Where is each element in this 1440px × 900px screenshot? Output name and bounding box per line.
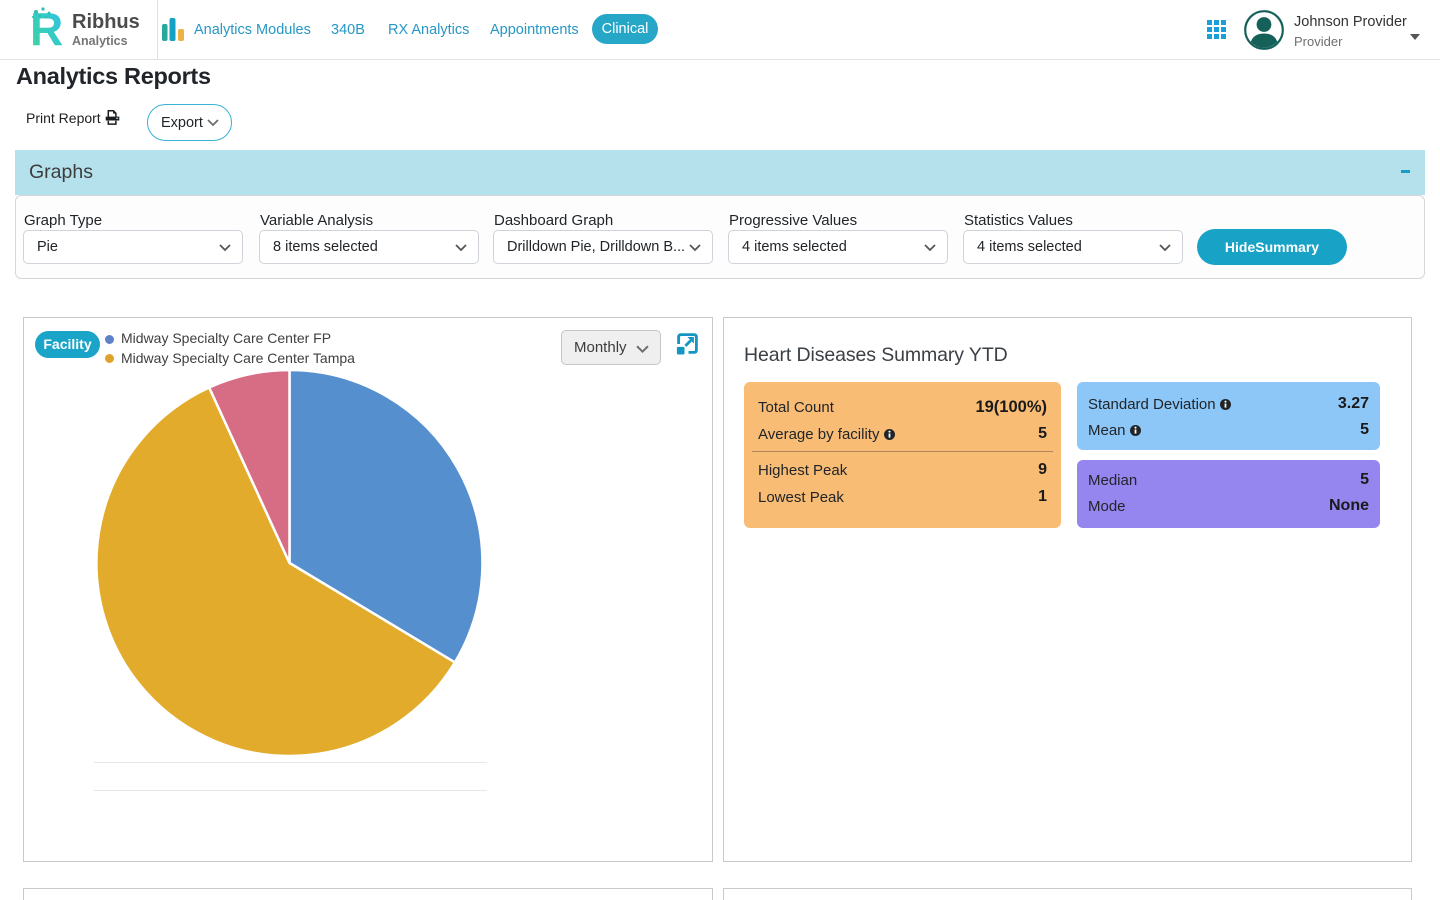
svg-text:Ribhus: Ribhus	[72, 11, 140, 33]
svg-text:Analytics: Analytics	[72, 34, 128, 48]
